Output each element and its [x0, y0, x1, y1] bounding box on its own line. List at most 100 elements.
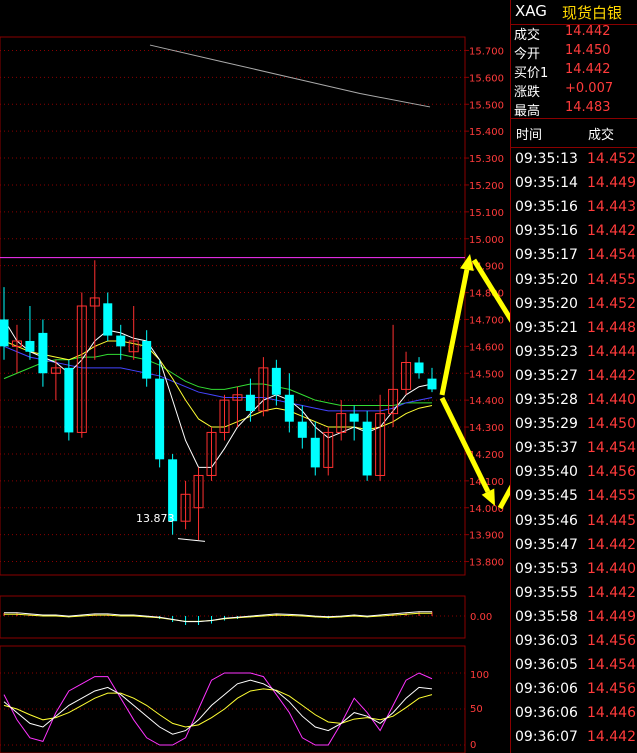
- tick-row: 09:36:06 14.446: [511, 702, 637, 726]
- tick-row: 09:35:16 14.443: [511, 196, 637, 220]
- tick-row: 09:35:20 14.452: [511, 293, 637, 317]
- price-tick-label: 15.300: [469, 154, 504, 165]
- quote-value: 14.442: [565, 62, 611, 77]
- kline-chart[interactable]: 15.700 15.600 15.500 15.400 15.300 15.200 15.1…: [0, 0, 510, 753]
- tick-price: 14.455: [587, 488, 636, 505]
- candle-body: [64, 367, 74, 433]
- tick-price: 14.450: [587, 416, 636, 433]
- tick-row: 09:35:16 14.442: [511, 220, 637, 244]
- symbol-name: 现货白银: [562, 4, 623, 22]
- candlesticks: [0, 260, 437, 541]
- tick-price: 14.442: [587, 223, 636, 240]
- tick-price: 14.442: [587, 584, 636, 601]
- tick-time: 09:35:27: [515, 367, 578, 384]
- tick-price: 14.454: [587, 657, 636, 674]
- tick-row: 09:36:07 14.442: [511, 726, 637, 750]
- tick-row: 09:35:53 14.440: [511, 558, 637, 582]
- tick-price: 14.440: [587, 392, 636, 408]
- candle-body: [427, 378, 437, 390]
- macd-zero-label: 0.00: [470, 612, 492, 623]
- macd-dea-line: [4, 612, 432, 622]
- price-tick-label: 14.600: [469, 342, 504, 353]
- symbol-code: XAG: [515, 2, 547, 20]
- quote-value: +0.007: [565, 81, 614, 96]
- tick-time: 09:35:16: [515, 199, 578, 216]
- quote-row-last: 成交 14.442: [511, 24, 637, 43]
- quote-row-high: 最高 14.483: [511, 100, 637, 119]
- tick-time: 09:35:20: [515, 295, 578, 312]
- tick-time: 09:36:07: [515, 729, 578, 746]
- price-tick-label: 14.500: [469, 369, 504, 380]
- tick-time: 09:35:46: [515, 512, 578, 529]
- price-tick-label: 13.900: [469, 531, 504, 542]
- price-tick-label: 14.300: [469, 423, 504, 434]
- macd-panel: [0, 595, 466, 639]
- tick-row: 09:36:03 14.456: [511, 630, 637, 654]
- quote-header: XAG 现货白银: [511, 0, 637, 25]
- tick-time: 09:35:23: [515, 343, 578, 360]
- tick-row: 09:35:28 14.440: [511, 389, 637, 413]
- tick-row: 09:35:46 14.445: [511, 510, 637, 534]
- candle-body: [297, 421, 307, 438]
- candle-body: [116, 335, 126, 347]
- candle-body: [142, 340, 152, 379]
- quote-label: 今开: [514, 47, 541, 62]
- tick-row: 09:35:27 14.442: [511, 365, 637, 389]
- tick-price: 14.452: [587, 151, 636, 167]
- tick-time: 09:36:03: [515, 633, 578, 649]
- tick-row: 09:35:45 14.455: [511, 485, 637, 509]
- price-tick-label: 14.700: [469, 315, 504, 326]
- tick-price: 14.440: [587, 560, 636, 577]
- tick-time: 09:35:55: [515, 584, 578, 601]
- tick-price: 14.443: [587, 199, 636, 216]
- tick-row: 09:35:13 14.452: [511, 148, 637, 172]
- tick-price: 14.456: [587, 681, 636, 698]
- tick-time: 09:35:47: [515, 536, 578, 553]
- moving-average-lines: [0, 44, 465, 542]
- tick-time: 09:35:29: [515, 416, 578, 433]
- tick-time: 09:35:40: [515, 464, 578, 481]
- tick-row: 09:35:23 14.444: [511, 341, 637, 365]
- quote-label: 买价1: [514, 66, 549, 81]
- quote-value: 14.483: [565, 100, 611, 115]
- arrow-shaft: [439, 269, 470, 396]
- tick-price: 14.456: [587, 464, 636, 481]
- price-tick-label: 15.500: [469, 100, 504, 111]
- tick-price: 14.456: [587, 633, 636, 649]
- candle-body: [349, 413, 359, 422]
- tick-time: 09:35:14: [515, 175, 578, 192]
- kdj-label-0: 0: [470, 740, 476, 751]
- quote-panel: XAG 现货白银 成交 14.442 今开 14.450 买价1 14.442 …: [510, 0, 637, 753]
- tick-row: 09:35:58 14.449: [511, 606, 637, 630]
- price-tick-label: 15.400: [469, 127, 504, 138]
- tick-price: 14.455: [587, 271, 636, 288]
- tick-price: 14.445: [587, 512, 636, 529]
- tick-row: 09:35:21 14.448: [511, 317, 637, 341]
- candle-body: [284, 394, 294, 422]
- quote-value: 14.442: [565, 24, 611, 39]
- candle-body: [38, 332, 48, 374]
- kdj-label-50: 50: [470, 704, 483, 715]
- tick-time: 09:35:58: [515, 608, 578, 625]
- kdj-k-line: [3, 679, 433, 735]
- tick-price: 14.452: [587, 295, 636, 312]
- tick-row: 09:36:05 14.454: [511, 654, 637, 678]
- candle-body: [414, 362, 424, 374]
- tick-time: 09:35:20: [515, 271, 578, 288]
- tick-time: 09:35:28: [515, 392, 578, 408]
- tick-price: 14.449: [587, 175, 636, 192]
- tick-time: 09:35:37: [515, 440, 578, 457]
- ticks-header-price: 成交: [588, 128, 615, 143]
- tick-row: 09:35:20 14.455: [511, 269, 637, 293]
- price-tick-label: 15.600: [469, 73, 504, 84]
- tick-row: 09:35:14 14.449: [511, 172, 637, 196]
- quote-value: 14.450: [565, 43, 611, 58]
- ma-upper-line: [149, 44, 431, 108]
- price-tick-label: 15.700: [469, 46, 504, 57]
- tick-time: 09:36:05: [515, 657, 578, 674]
- quote-row-change: 涨跌 +0.007: [511, 81, 637, 100]
- price-tick-label: 13.800: [469, 558, 504, 569]
- tick-row: 09:35:47 14.442: [511, 534, 637, 558]
- price-tick-label: 15.000: [469, 235, 504, 246]
- tick-row: 09:35:37 14.454: [511, 437, 637, 461]
